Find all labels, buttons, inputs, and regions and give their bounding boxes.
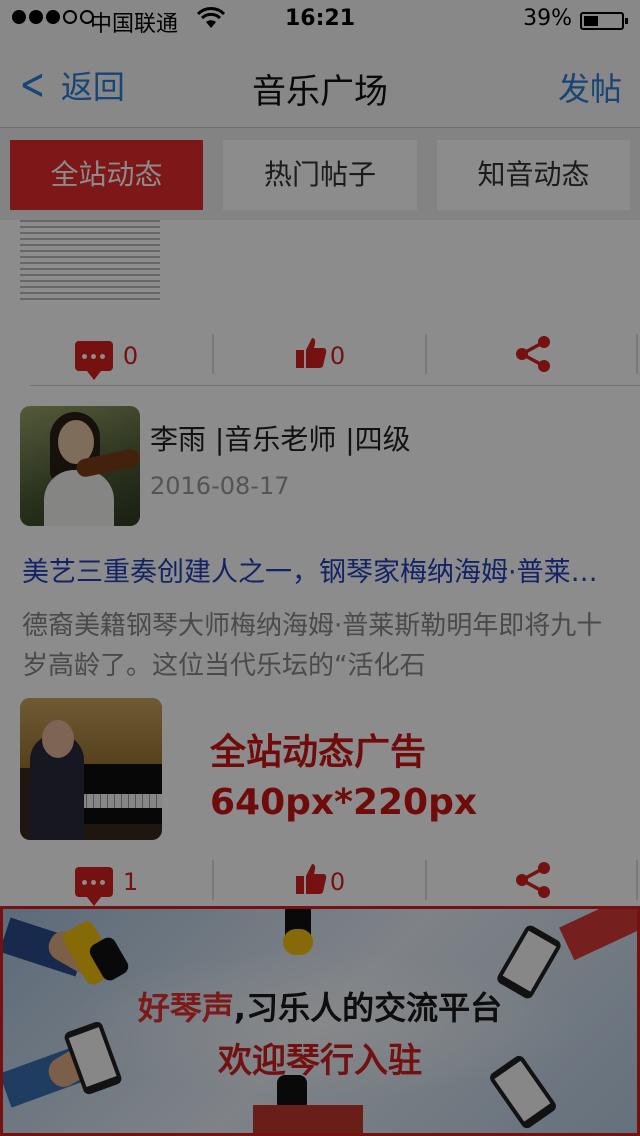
post-actions: 0 0 xyxy=(0,326,640,386)
microphone-icon xyxy=(283,929,313,955)
like-button[interactable]: 0 xyxy=(213,852,426,912)
comment-count: 1 xyxy=(122,868,139,896)
status-bar: 中国联通 16:21 39% xyxy=(0,0,640,40)
like-count: 0 xyxy=(329,868,346,896)
post-thumbnail[interactable] xyxy=(20,698,162,840)
post-title[interactable]: 美艺三重奏创建人之一，钢琴家梅纳海姆·普莱斯勒 xyxy=(22,550,622,589)
comment-button[interactable]: 1 xyxy=(0,852,213,912)
like-button[interactable]: 0 xyxy=(213,326,426,386)
share-button[interactable] xyxy=(426,326,639,386)
ad-title: 全站动态广告 xyxy=(210,732,427,773)
comment-icon xyxy=(74,867,113,906)
promo-banner[interactable]: 好琴声,习乐人的交流平台 欢迎琴行入驻 xyxy=(0,906,640,1136)
app-screen: 中国联通 16:21 39% < 返回 音乐广场 发帖 全站动态 热门帖子 知音… xyxy=(0,0,640,1136)
banner-slogan: 好琴声,习乐人的交流平台 xyxy=(137,989,503,1027)
like-count: 0 xyxy=(329,342,346,370)
tab-friend-activity[interactable]: 知音动态 xyxy=(437,140,630,210)
thumbs-up-icon xyxy=(294,862,328,903)
ad-placeholder: 全站动态广告 640px*220px xyxy=(210,728,477,828)
banner-cta: 欢迎琴行入驻 xyxy=(218,1041,422,1081)
battery-icon xyxy=(580,12,628,30)
page-title: 音乐广场 xyxy=(252,72,388,112)
author-name[interactable]: 李雨 |音乐老师 |四级 xyxy=(150,418,411,458)
tab-site-activity[interactable]: 全站动态 xyxy=(10,140,203,210)
comment-button[interactable]: 0 xyxy=(0,326,213,386)
share-button[interactable] xyxy=(426,852,639,912)
ad-size: 640px*220px xyxy=(210,782,478,823)
tab-bar: 全站动态 热门帖子 知音动态 xyxy=(0,128,640,220)
post-actions: 1 0 xyxy=(0,852,640,912)
share-icon xyxy=(514,861,552,903)
divider xyxy=(30,385,640,386)
thumbs-up-icon xyxy=(294,336,328,377)
tab-hot-posts[interactable]: 热门帖子 xyxy=(223,140,417,210)
sheet-music-image[interactable] xyxy=(20,220,160,310)
avatar[interactable] xyxy=(20,406,140,526)
comment-count: 0 xyxy=(122,342,139,370)
comment-icon xyxy=(74,341,113,380)
new-post-button[interactable]: 发帖 xyxy=(558,64,622,110)
post-date: 2016-08-17 xyxy=(150,472,290,500)
navigation-bar: < 返回 音乐广场 发帖 xyxy=(0,40,640,128)
share-icon xyxy=(514,335,552,377)
post-excerpt[interactable]: 德裔美籍钢琴大师梅纳海姆·普莱斯勒明年即将九十岁高龄了。这位当代乐坛的“活化石 xyxy=(22,606,622,686)
battery-percent: 39% xyxy=(523,6,572,31)
